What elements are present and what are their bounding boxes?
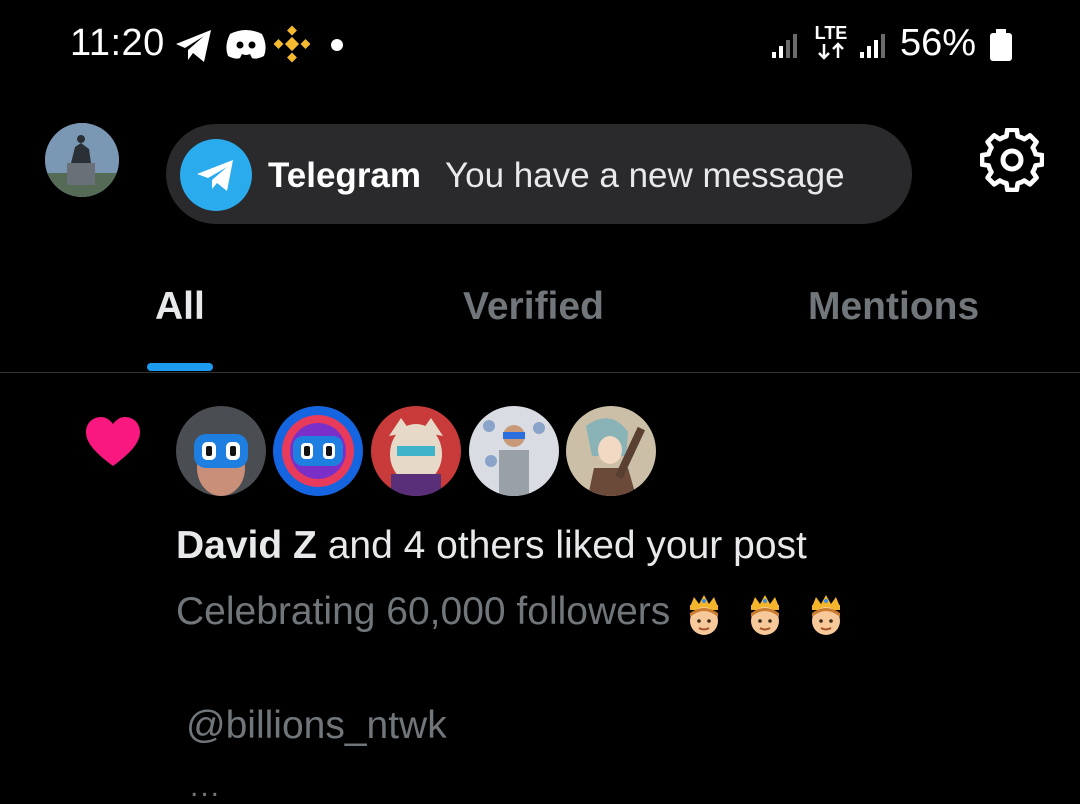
liker-avatar[interactable] [176,406,266,496]
post-mention[interactable]: @billions_ntwk [186,704,447,748]
notification-actor[interactable]: David Z [176,524,317,567]
post-text-content: Celebrating 60,000 followers [176,590,671,633]
tab-mentions[interactable]: Mentions [808,285,979,329]
crown-face-emoji [690,594,719,635]
post-continuation: ... [190,770,222,803]
notification-tabs: All Verified Mentions [0,270,1080,372]
liker-avatar[interactable] [371,406,461,496]
telegram-logo-icon [180,139,252,211]
telegram-icon [176,30,211,62]
toast-message: You have a new message [445,156,845,195]
notification-summary[interactable]: David Z and 4 others liked your post [176,524,807,568]
data-arrows-icon [818,42,844,60]
toast-app-name: Telegram [268,156,422,195]
liker-avatar[interactable] [273,406,363,496]
battery-percent: 56% [900,22,977,64]
notification-dot-icon [331,39,343,51]
signal-icon [772,34,797,58]
battery-icon [990,29,1012,61]
tab-all[interactable]: All [155,285,205,329]
heart-icon [86,417,140,466]
profile-avatar[interactable] [45,123,119,197]
liker-avatar[interactable] [469,406,559,496]
active-tab-indicator [147,363,213,371]
liked-post-text[interactable]: Celebrating 60,000 followers [176,590,856,637]
liker-avatar[interactable] [566,406,656,496]
discord-icon [226,30,266,59]
tabs-divider [0,372,1080,373]
crown-face-emoji [812,594,840,635]
binance-icon [273,25,311,63]
tab-verified[interactable]: Verified [463,285,604,329]
statue-image [45,123,119,197]
signal-icon [860,34,885,58]
gear-icon[interactable] [980,128,1044,192]
status-bar: 11:20 LTE 56% [0,0,1080,90]
post-emojis [684,591,856,637]
crown-face-emoji [751,594,780,635]
notification-action: and 4 others liked your post [327,524,807,567]
status-time: 11:20 [70,22,165,64]
lte-icon: LTE [814,24,848,64]
notification-toast[interactable]: Telegram You have a new message [166,124,912,224]
lte-label: LTE [814,23,848,43]
